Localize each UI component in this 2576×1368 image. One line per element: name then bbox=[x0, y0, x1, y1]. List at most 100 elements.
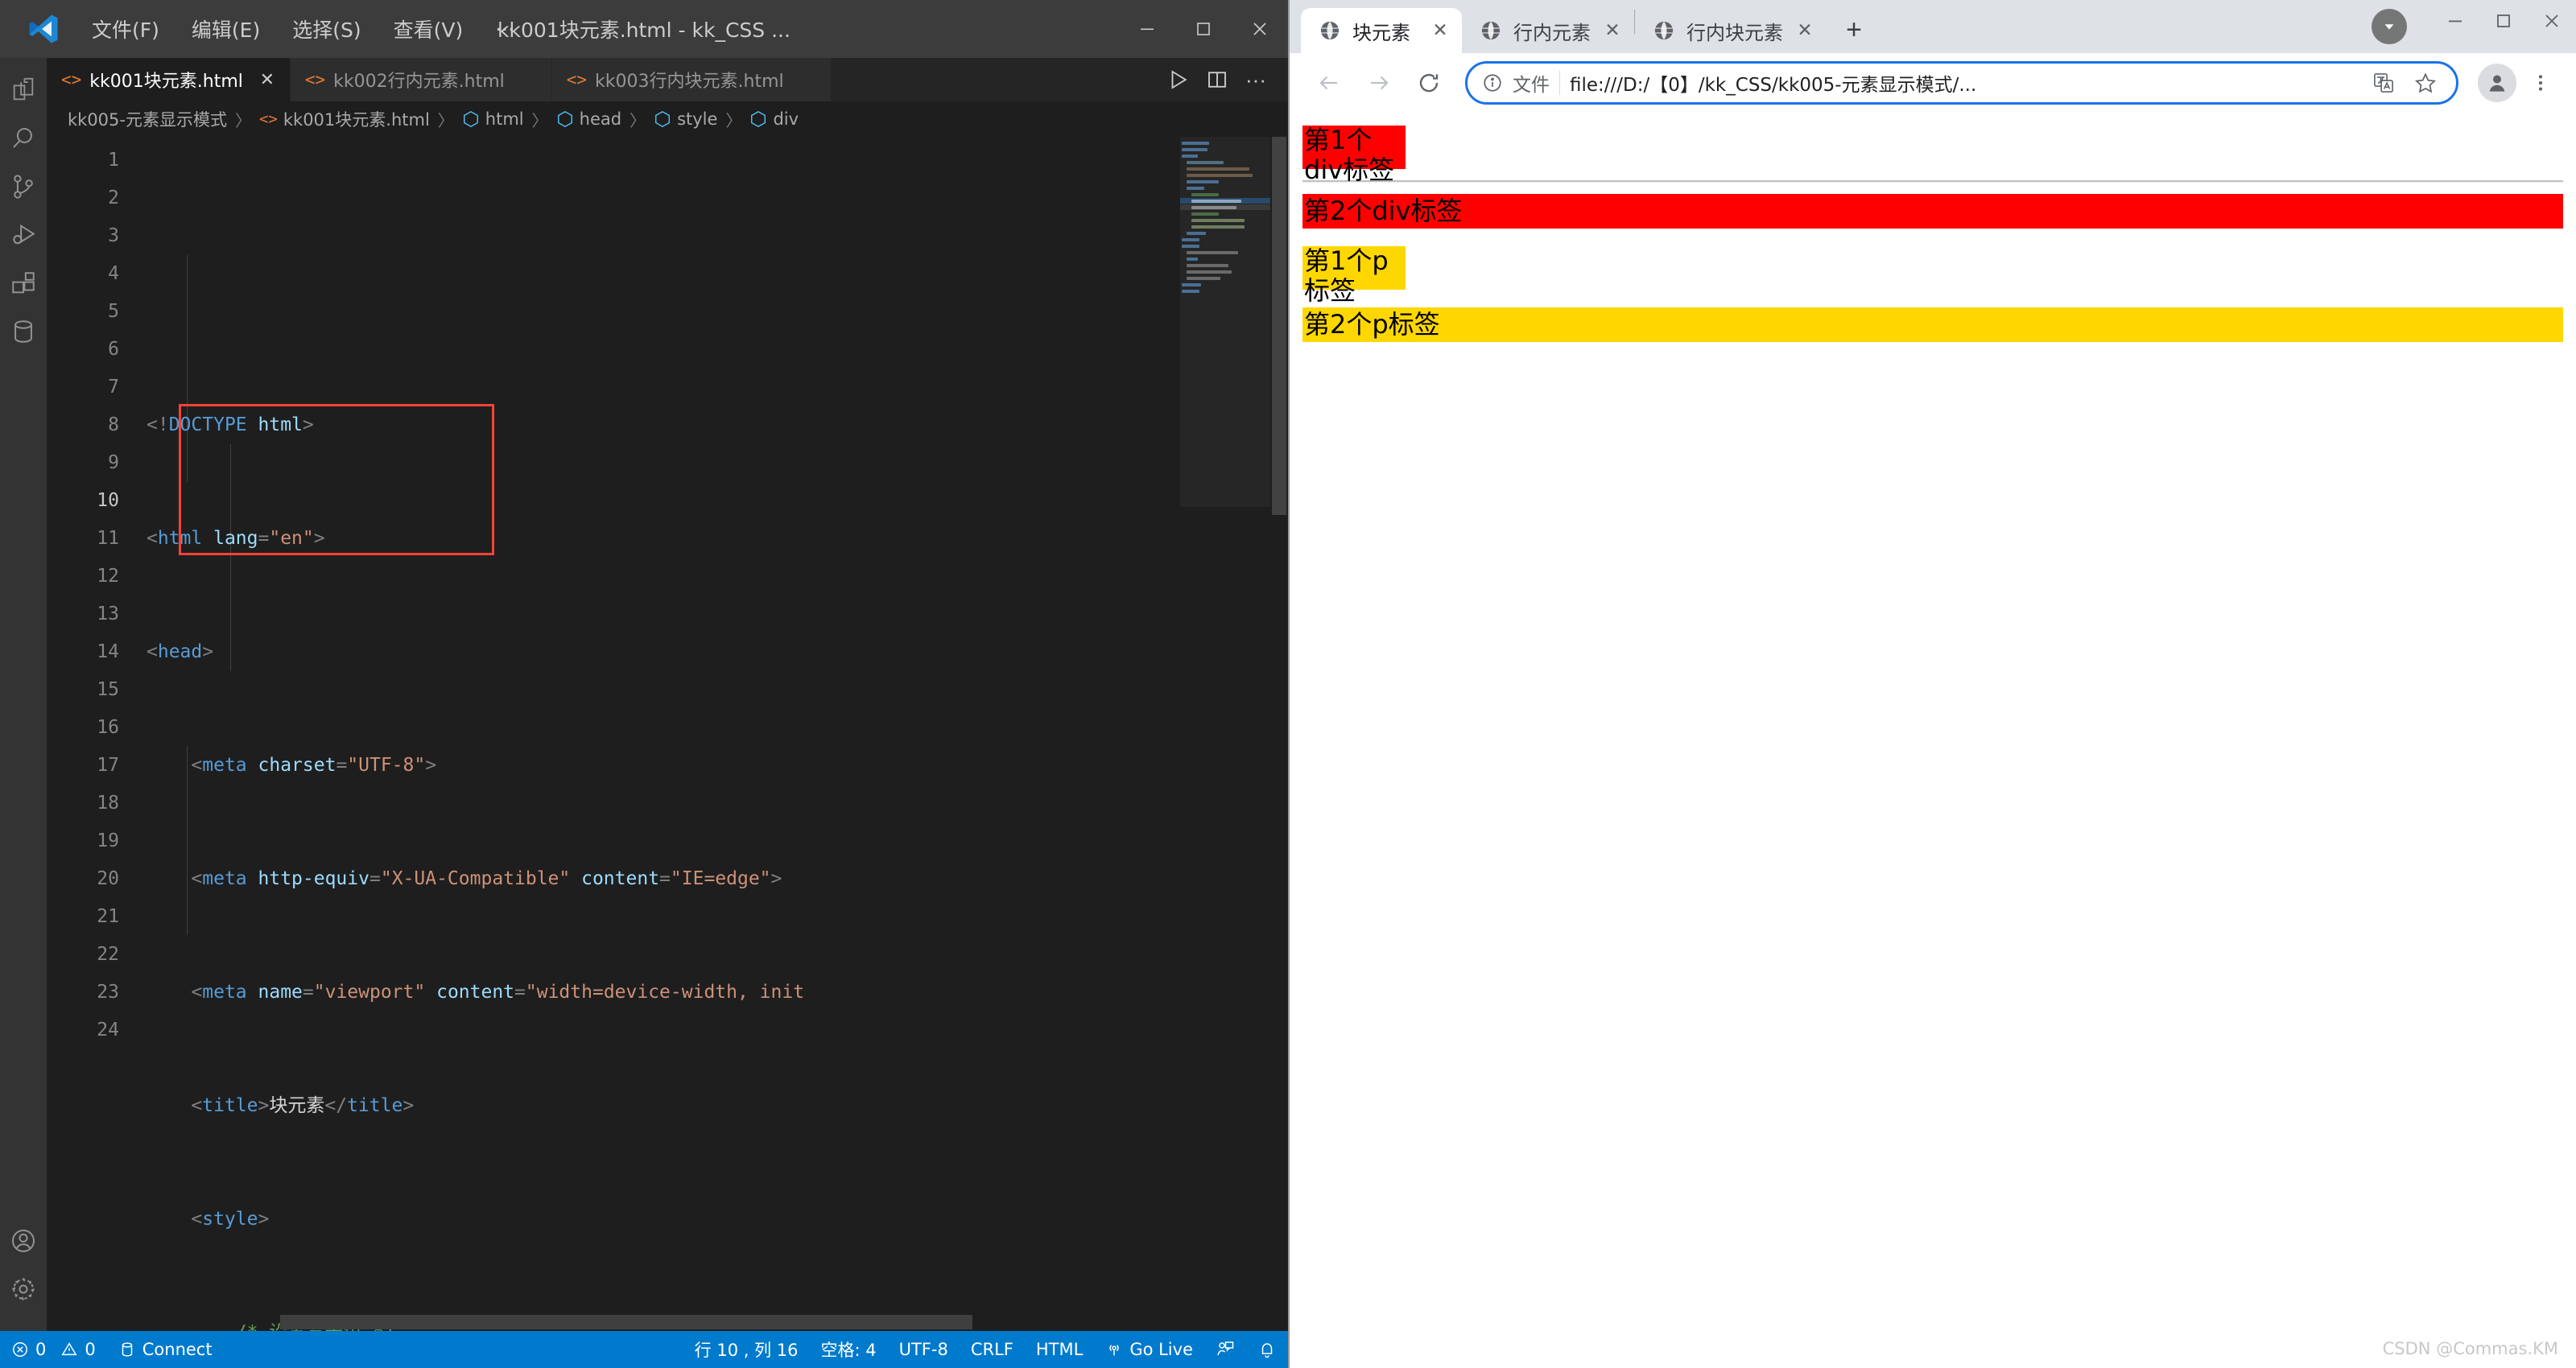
line-number: 24 bbox=[97, 1020, 119, 1040]
line-number: 19 bbox=[97, 830, 119, 851]
warning-icon bbox=[61, 1342, 77, 1356]
breadcrumb-file[interactable]: <> kk001块元素.html bbox=[259, 107, 430, 131]
menu-more[interactable]: ··· bbox=[479, 13, 530, 46]
browser-maximize-button[interactable] bbox=[2479, 0, 2528, 42]
line-number: 13 bbox=[97, 604, 119, 624]
browser-tab-close-icon[interactable]: ✕ bbox=[1430, 20, 1451, 41]
breadcrumb-symbol-head[interactable]: head bbox=[556, 109, 621, 129]
globe-favicon-icon bbox=[1320, 21, 1340, 40]
split-editor-icon[interactable] bbox=[1199, 62, 1235, 97]
line-number: 15 bbox=[97, 679, 119, 700]
editor-horizontal-scroll-thumb[interactable] bbox=[280, 1315, 972, 1329]
editor-tab-kk001[interactable]: <> kk001块元素.html ✕ bbox=[47, 58, 291, 101]
browser-tab-hangneikuai-yuansu[interactable]: 行内块元素 ✕ bbox=[1635, 8, 1827, 53]
code-line-7: <title>块元素</title> bbox=[191, 1095, 415, 1116]
browser-tab-label: 行内元素 bbox=[1513, 21, 1591, 44]
minimap-canvas bbox=[1180, 137, 1270, 294]
line-number: 9 bbox=[108, 452, 119, 473]
status-connect[interactable]: Connect bbox=[107, 1331, 224, 1368]
menu-selection[interactable]: 选择(S) bbox=[276, 10, 377, 48]
breadcrumb-symbol-html[interactable]: html bbox=[462, 109, 524, 129]
line-number: 5 bbox=[108, 301, 119, 322]
breadcrumb-symbol-style[interactable]: style bbox=[654, 109, 717, 129]
breadcrumb-folder[interactable]: kk005-元素显示模式 bbox=[68, 107, 227, 131]
browser-close-button[interactable] bbox=[2528, 0, 2576, 42]
browser-window: 块元素 ✕ 行内元素 ✕ 行内块元素 ✕ + 文件 file:///D:/【0】… bbox=[1288, 0, 2576, 1368]
explorer-icon[interactable] bbox=[0, 66, 47, 114]
page-viewport: 第1个div标签 第2个div标签 第1个p标签 第2个p标签 CSDN @Co… bbox=[1290, 113, 2576, 1368]
screen: 文件(F) 编辑(E) 选择(S) 查看(V) ··· kk001块元素.htm… bbox=[0, 0, 2576, 1368]
run-debug-icon[interactable] bbox=[0, 211, 47, 259]
line-number: 1 bbox=[108, 150, 119, 171]
translate-icon[interactable] bbox=[2368, 72, 2400, 94]
browser-tab-label: 块元素 bbox=[1352, 21, 1410, 44]
go-live-label: Go Live bbox=[1129, 1340, 1193, 1359]
editor-vertical-scrollbar[interactable] bbox=[1270, 137, 1288, 1331]
code-editor[interactable]: 1 2 3 4 5 6 7 8 9 10 11 12 13 14 15 16 1… bbox=[47, 137, 1288, 1331]
vscode-minimize-button[interactable] bbox=[1119, 0, 1175, 58]
tab-search-dropdown-icon[interactable] bbox=[2372, 9, 2407, 44]
new-tab-button[interactable]: + bbox=[1833, 9, 1875, 51]
editor-tab-kk003[interactable]: <> kk003行内块元素.html ✕ bbox=[551, 58, 832, 101]
code-line-5: <meta http-equiv="X-UA-Compatible" conte… bbox=[191, 868, 782, 889]
code-line-3: <head> bbox=[147, 641, 214, 662]
run-code-icon[interactable] bbox=[1161, 62, 1196, 97]
editor-horizontal-scrollbar[interactable] bbox=[47, 1315, 1288, 1331]
line-number: 6 bbox=[108, 339, 119, 360]
status-cursor-position[interactable]: 行 10 , 列 16 bbox=[683, 1331, 810, 1368]
breadcrumb-symbol-div[interactable]: div bbox=[749, 109, 799, 129]
browser-menu-icon[interactable] bbox=[2523, 72, 2558, 93]
url-text[interactable]: file:///D:/【0】/kk_CSS/kk005-元素显示模式/... bbox=[1570, 69, 2358, 97]
browser-minimize-button[interactable] bbox=[2431, 0, 2479, 42]
status-language-mode[interactable]: HTML bbox=[1025, 1331, 1094, 1368]
editor-tab-kk002[interactable]: <> kk002行内元素.html ✕ bbox=[290, 58, 552, 101]
rendered-p-2: 第2个p标签 bbox=[1302, 307, 2563, 342]
source-control-icon[interactable] bbox=[0, 163, 47, 211]
code-line-6: <meta name="viewport" content="width=dev… bbox=[191, 982, 805, 1003]
back-button-icon[interactable] bbox=[1307, 61, 1351, 105]
menu-view[interactable]: 查看(V) bbox=[378, 10, 480, 48]
browser-tab-close-icon[interactable]: ✕ bbox=[1602, 20, 1623, 41]
star-icon[interactable] bbox=[2409, 72, 2442, 94]
status-eol[interactable]: CRLF bbox=[960, 1331, 1025, 1368]
editor-tab-label: kk001块元素.html bbox=[89, 72, 243, 92]
person-icon bbox=[2489, 75, 2505, 92]
symbol-field-icon bbox=[463, 111, 478, 127]
account-icon[interactable] bbox=[0, 1217, 47, 1265]
browser-tab-hangnei-yuansu[interactable]: 行内元素 ✕ bbox=[1462, 8, 1634, 53]
search-icon[interactable] bbox=[0, 114, 47, 163]
settings-gear-icon[interactable] bbox=[0, 1265, 47, 1313]
editor-more-actions-icon[interactable]: ··· bbox=[1238, 62, 1274, 97]
browser-tab-kuai-yuansu[interactable]: 块元素 ✕ bbox=[1301, 8, 1462, 53]
browser-tab-close-icon[interactable]: ✕ bbox=[1794, 20, 1815, 41]
menu-edit[interactable]: 编辑(E) bbox=[175, 10, 276, 48]
editor-tab-close-icon[interactable]: ✕ bbox=[258, 70, 277, 90]
avatar[interactable] bbox=[2478, 64, 2516, 102]
address-bar[interactable]: 文件 file:///D:/【0】/kk_CSS/kk005-元素显示模式/..… bbox=[1465, 61, 2458, 105]
forward-button-icon[interactable] bbox=[1357, 61, 1401, 105]
code-line-1: <!DOCTYPE html> bbox=[147, 414, 314, 435]
vscode-maximize-button[interactable] bbox=[1175, 0, 1232, 58]
status-indentation[interactable]: 空格: 4 bbox=[809, 1331, 887, 1368]
code-line-2: <html lang="en"> bbox=[147, 528, 325, 549]
minimap[interactable] bbox=[1180, 137, 1270, 1331]
editor-vertical-scroll-thumb[interactable] bbox=[1272, 137, 1286, 515]
line-number: 18 bbox=[97, 793, 119, 814]
status-problems[interactable]: 0 0 bbox=[0, 1331, 107, 1368]
menu-file[interactable]: 文件(F) bbox=[76, 10, 175, 48]
vscode-logo-icon bbox=[21, 13, 66, 45]
globe-favicon-icon bbox=[1481, 21, 1501, 40]
status-feedback-icon[interactable] bbox=[1204, 1331, 1246, 1368]
database-icon[interactable] bbox=[0, 307, 47, 356]
status-notifications-bell-icon[interactable] bbox=[1246, 1331, 1288, 1368]
status-encoding[interactable]: UTF-8 bbox=[888, 1331, 960, 1368]
page-info-icon[interactable] bbox=[1482, 72, 1503, 93]
browser-window-controls bbox=[2372, 0, 2576, 53]
status-go-live[interactable]: Go Live bbox=[1094, 1331, 1204, 1368]
status-bar: 0 0 Connect 行 10 , 列 16 空格: 4 UTF-8 CRLF… bbox=[0, 1331, 1288, 1368]
extensions-icon[interactable] bbox=[0, 259, 47, 307]
line-number: 7 bbox=[108, 377, 119, 398]
vscode-close-button[interactable] bbox=[1232, 0, 1288, 58]
reload-button-icon[interactable] bbox=[1407, 61, 1451, 105]
code-text-area[interactable]: <!DOCTYPE html> <html lang="en"> <head> … bbox=[137, 137, 1288, 1331]
